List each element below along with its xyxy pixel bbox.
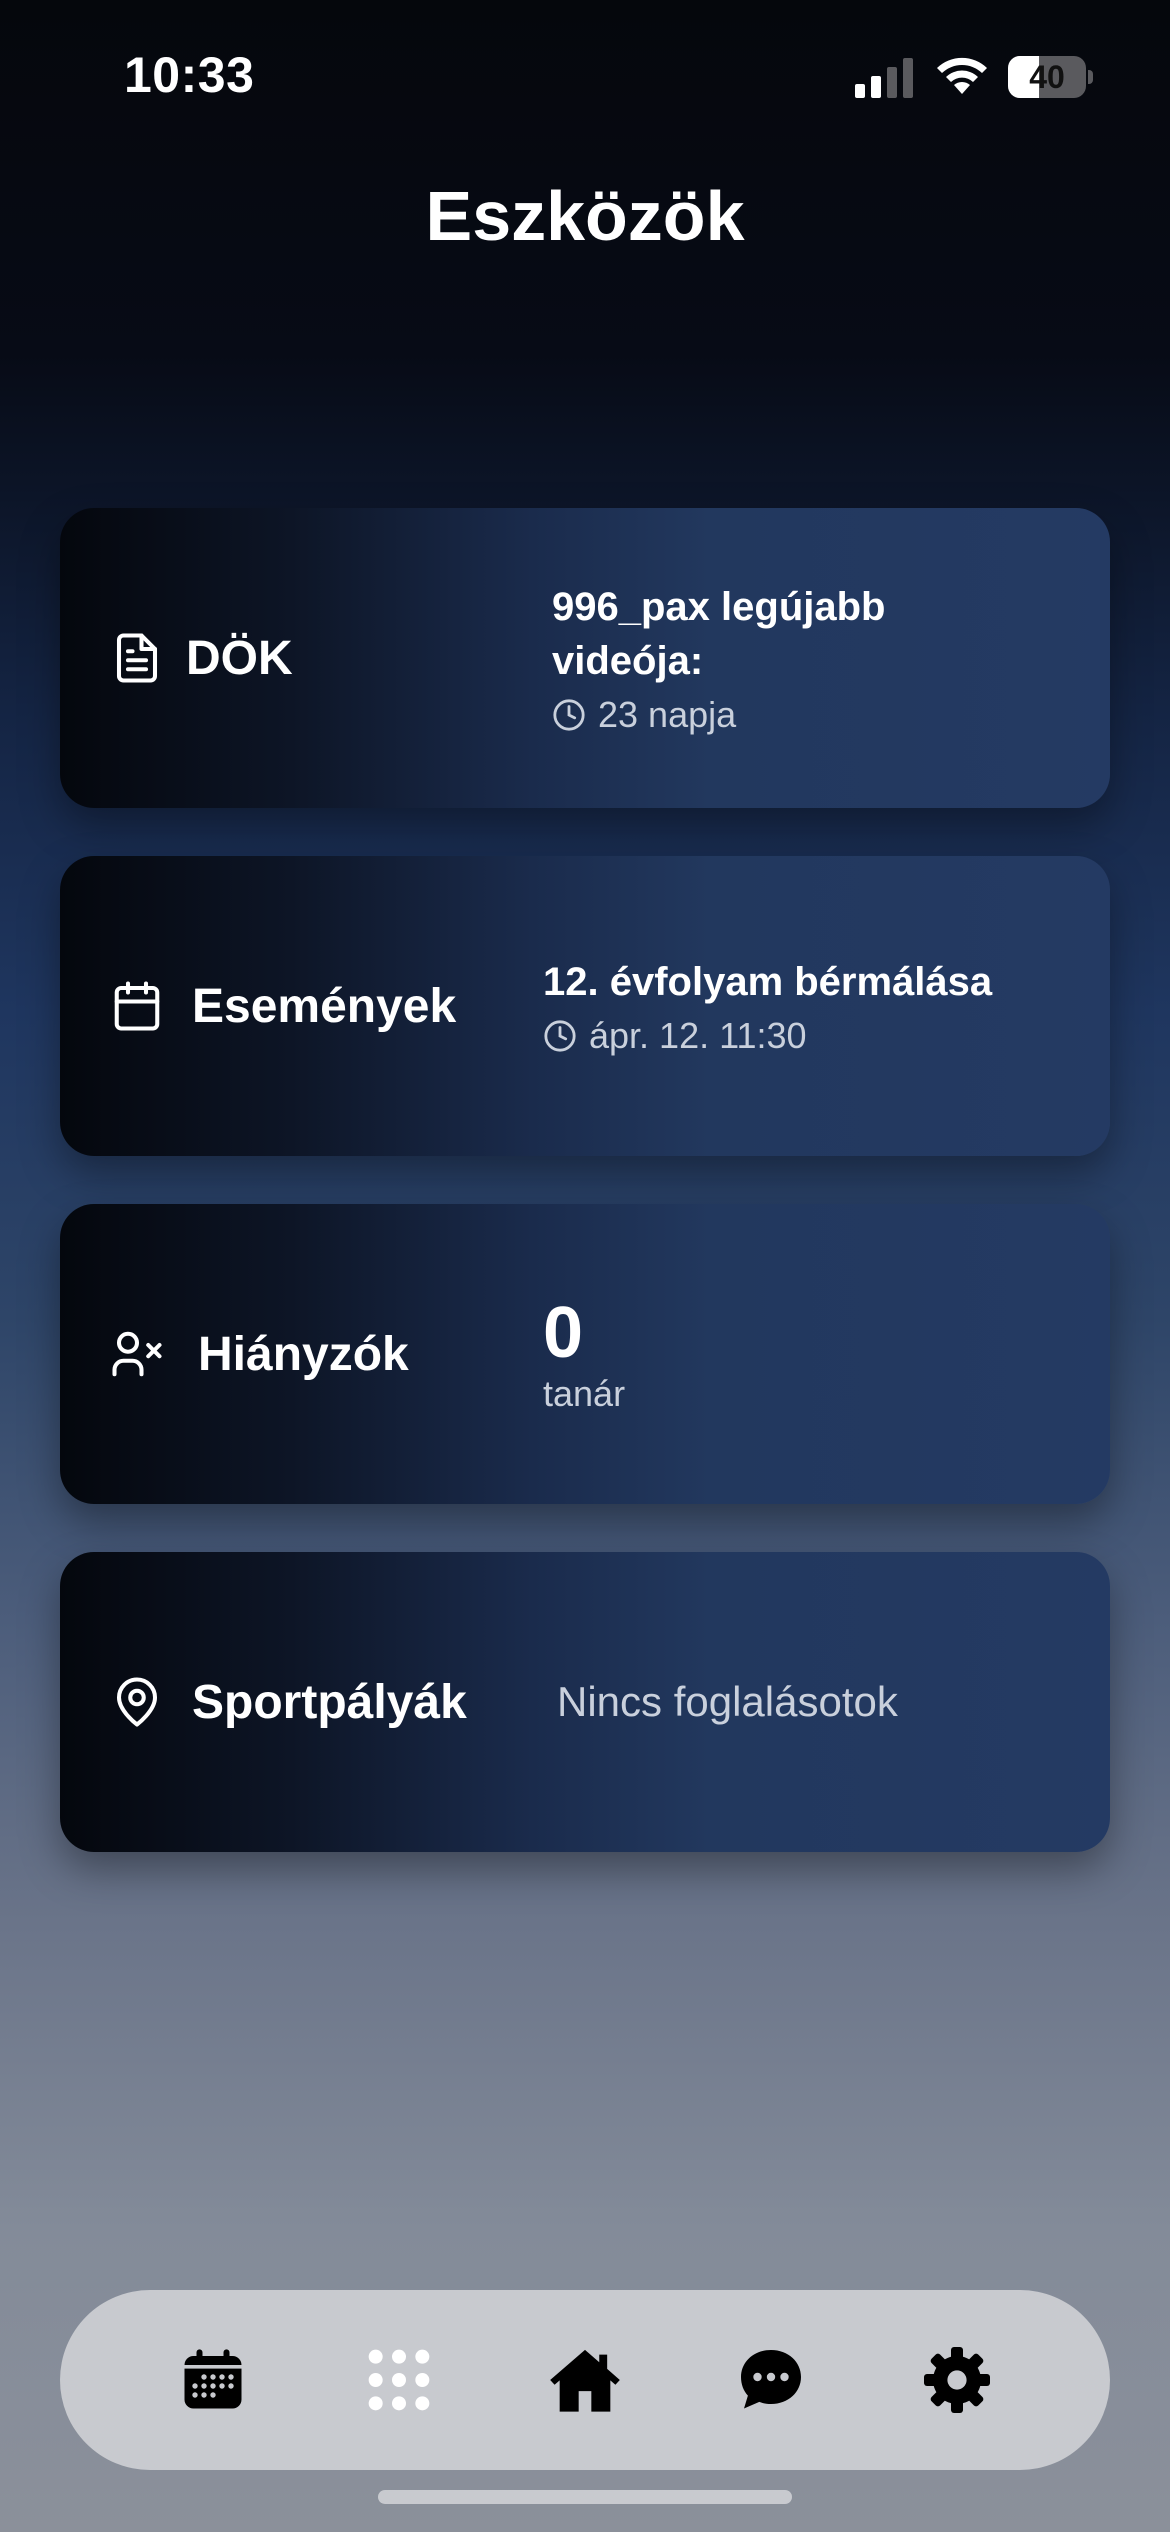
booking-status-text: Nincs foglalásotok [557, 1678, 898, 1725]
event-title: 12. évfolyam bérmálása [543, 960, 993, 1004]
tab-bar [60, 2290, 1110, 2470]
dok-video-title: 996_pax legújabb videója: [552, 585, 886, 683]
card-sportpalyak[interactable]: Sportpályák Nincs foglalásotok [60, 1552, 1110, 1852]
document-icon [116, 633, 158, 683]
tab-settings[interactable] [907, 2330, 1007, 2430]
gear-icon [924, 2347, 990, 2413]
card-esemenyek[interactable]: Események 12. évfolyam bérmálása ápr. 12… [60, 856, 1110, 1156]
tab-messages[interactable] [721, 2330, 821, 2430]
status-bar: 10:33 40 [0, 0, 1170, 150]
card-label-esemenyek: Események [192, 979, 457, 1033]
cellular-signal-icon [855, 58, 913, 98]
dok-latest-video: 996_pax legújabb videója: 23 napja [552, 508, 1070, 808]
card-label-sportpalyak: Sportpályák [192, 1675, 467, 1729]
status-time: 10:33 [124, 47, 255, 103]
event-time: ápr. 12. 11:30 [543, 1015, 1070, 1057]
battery-indicator: 40 [1008, 56, 1093, 98]
card-label-dok: DÖK [186, 631, 293, 685]
calendar-icon [184, 2349, 242, 2409]
clock-icon [544, 1020, 576, 1052]
dok-video-age: 23 napja [552, 694, 1070, 736]
clock-icon [553, 699, 585, 731]
home-icon [550, 2349, 620, 2412]
tab-home[interactable] [535, 2330, 635, 2430]
booking-status: Nincs foglalásotok [557, 1552, 1070, 1852]
calendar-icon [114, 981, 160, 1031]
wifi-icon [937, 57, 987, 94]
tab-tools[interactable] [349, 2330, 449, 2430]
absent-teachers: 0 tanár [543, 1204, 1070, 1504]
card-hianyzok[interactable]: Hiányzók 0 tanár [60, 1204, 1110, 1504]
event-time-text: ápr. 12. 11:30 [589, 1015, 807, 1056]
absent-count: 0 [543, 1293, 584, 1373]
tab-calendar[interactable] [163, 2330, 263, 2430]
map-pin-icon [116, 1677, 158, 1727]
grid-icon [368, 2349, 430, 2411]
dok-video-age-text: 23 napja [598, 694, 737, 735]
chat-icon [741, 2350, 801, 2409]
page-title: Eszközök [425, 177, 745, 255]
card-dok[interactable]: DÖK 996_pax legújabb videója: 23 napja [60, 508, 1110, 808]
card-label-hianyzok: Hiányzók [198, 1327, 409, 1381]
battery-level: 40 [1029, 59, 1065, 95]
next-event: 12. évfolyam bérmálása ápr. 12. 11:30 [543, 856, 1070, 1156]
user-x-icon [112, 1331, 162, 1377]
absent-count-label: tanár [543, 1373, 626, 1414]
home-indicator [378, 2490, 792, 2504]
